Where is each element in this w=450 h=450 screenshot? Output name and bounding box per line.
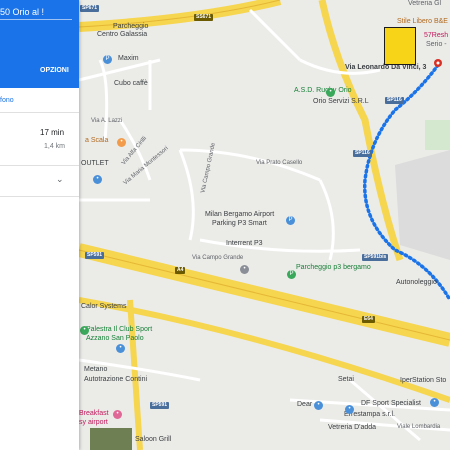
options-button[interactable]: OPZIONI — [40, 67, 69, 74]
chevron-down-icon[interactable]: ⌄ — [56, 174, 64, 185]
place-label[interactable]: Maxim — [118, 55, 139, 62]
road-shield: A4 — [175, 267, 186, 274]
road-shield: SP591 — [85, 252, 105, 259]
ferrari-logo-icon[interactable] — [384, 27, 416, 65]
street-label: Via A. Lazzi — [91, 118, 123, 124]
place-label[interactable]: 57Resh — [424, 32, 448, 39]
road-shield: SS671 — [194, 14, 214, 21]
road-shield: E64 — [362, 316, 375, 323]
divider — [0, 196, 79, 197]
place-label[interactable]: Breakfast — [79, 410, 109, 417]
panel-header: 50 Orio al ! OPZIONI — [0, 0, 79, 88]
place-label[interactable]: Dear — [297, 401, 312, 408]
shopping-icon[interactable]: • — [93, 175, 102, 184]
road-shield: SP591 — [150, 402, 170, 409]
road-shield: SP671 — [80, 5, 100, 12]
place-label[interactable]: Milan Bergamo Airport — [205, 211, 274, 218]
place-label[interactable]: Palestra Il Club Sport — [86, 326, 152, 333]
place-label[interactable]: A.S.D. Rugby Orio — [294, 87, 352, 94]
destination-label[interactable]: Via Leonardo Da Vinci, 3 — [345, 64, 426, 71]
store-icon[interactable]: • — [430, 398, 439, 407]
store-icon[interactable]: • — [116, 344, 125, 353]
place-label[interactable]: Serio - — [426, 41, 447, 48]
place-label[interactable]: Autotrazione Contini — [84, 376, 147, 383]
car-rental-icon[interactable]: • — [240, 265, 249, 274]
place-label[interactable]: IperStation Sto — [400, 377, 446, 384]
road-shield: SP116 — [353, 150, 372, 157]
place-label[interactable]: Setai — [338, 376, 354, 383]
street-label: Via Campo Grande — [192, 255, 244, 261]
directions-panel: 50 Orio al ! OPZIONI fono 17 min 1,4 km … — [0, 0, 79, 450]
road-shield: SP116 — [385, 97, 404, 104]
satellite-thumbnail[interactable] — [90, 428, 132, 450]
destination-input[interactable]: 50 Orio al ! — [0, 7, 44, 17]
place-label[interactable]: Stile Libero B&E — [397, 18, 448, 25]
place-label[interactable]: Centro Galassia — [97, 31, 147, 38]
parking-icon[interactable]: P — [287, 270, 296, 279]
place-label[interactable]: Parcheggio — [113, 23, 148, 30]
divider — [0, 165, 79, 166]
place-label[interactable]: Cubo caffè — [114, 80, 148, 87]
place-label[interactable]: Metano — [84, 366, 107, 373]
route-distance: 1,4 km — [44, 143, 66, 150]
place-label[interactable]: Parcheggio p3 bergamo — [296, 264, 371, 271]
lodging-icon[interactable]: • — [113, 410, 122, 419]
store-icon[interactable]: • — [314, 401, 323, 410]
place-label[interactable]: Azzano San Paolo — [86, 335, 144, 342]
place-label[interactable]: Autonoleggio — [396, 279, 437, 286]
place-label[interactable]: Vetreria D'adda — [328, 424, 376, 431]
street-label: Viale Lombardia — [397, 424, 441, 430]
road-shield: SP591bis — [362, 254, 389, 261]
store-icon[interactable]: • — [345, 405, 354, 414]
place-label[interactable]: a Scala — [85, 137, 108, 144]
place-label[interactable]: OUTLET — [81, 160, 109, 167]
parking-icon[interactable]: P — [103, 55, 112, 64]
place-label[interactable]: Interrent P3 — [226, 240, 263, 247]
place-label[interactable]: Calor Systems — [81, 303, 127, 310]
place-label[interactable]: Orio Servizi S.R.L — [313, 98, 369, 105]
place-label[interactable]: sy airport — [79, 419, 108, 426]
place-label[interactable]: Saloon Grill — [135, 436, 171, 443]
place-label[interactable]: DF Sport Specialist — [361, 400, 421, 407]
place-label[interactable]: Vetreria Gl — [408, 0, 441, 7]
phone-link[interactable]: fono — [0, 97, 14, 104]
gym-icon[interactable]: • — [80, 326, 89, 335]
stadium-icon[interactable]: • — [326, 88, 335, 97]
parking-icon[interactable]: P — [286, 216, 295, 225]
divider — [0, 112, 79, 113]
place-label[interactable]: Parking P3 Smart — [212, 220, 267, 227]
street-label: Via Prato Casello — [256, 160, 303, 166]
restaurant-icon[interactable]: • — [117, 138, 126, 147]
destination-underline — [0, 19, 72, 20]
route-duration[interactable]: 17 min — [40, 128, 64, 137]
